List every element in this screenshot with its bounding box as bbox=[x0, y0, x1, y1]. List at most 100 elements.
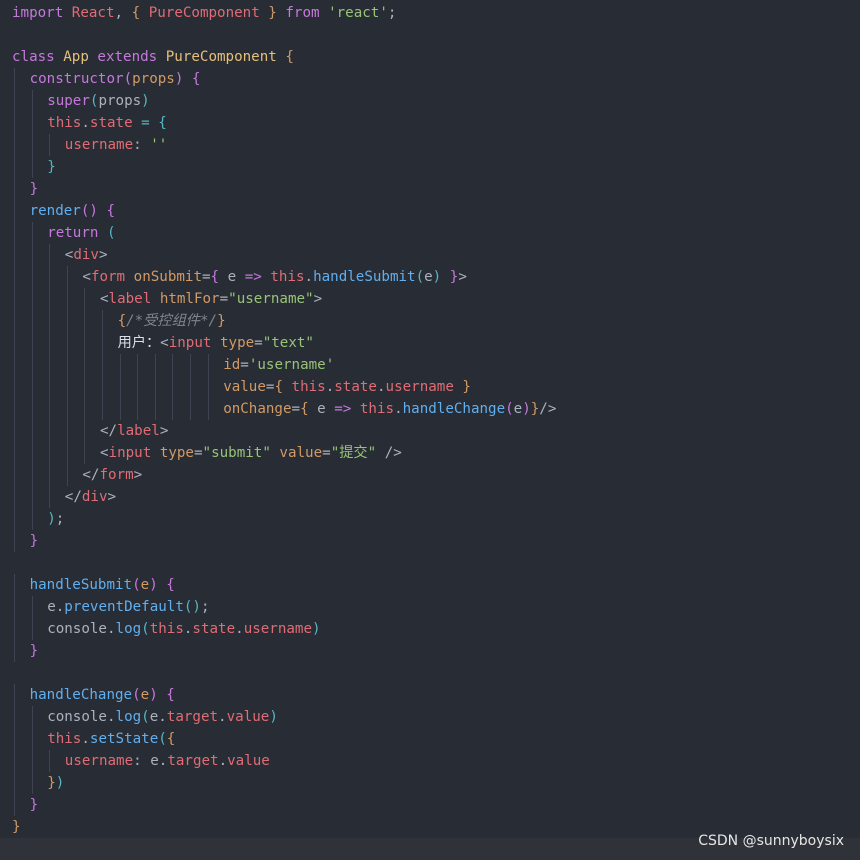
code-token: render bbox=[29, 203, 81, 219]
code-line[interactable]: console.log(e.target.value) bbox=[0, 706, 860, 728]
code-line[interactable]: super(props) bbox=[0, 90, 860, 112]
code-line[interactable]: <div> bbox=[0, 244, 860, 266]
code-line[interactable] bbox=[0, 552, 860, 574]
code-line[interactable]: import React, { PureComponent } from 're… bbox=[0, 2, 860, 24]
code-line[interactable]: handleChange(e) { bbox=[0, 684, 860, 706]
code-token: log bbox=[115, 709, 142, 725]
code-line[interactable]: ); bbox=[0, 508, 860, 530]
code-token: username bbox=[64, 753, 134, 769]
indent-guide bbox=[84, 420, 86, 442]
code-token: this bbox=[359, 401, 395, 417]
code-line[interactable]: } bbox=[0, 178, 860, 200]
indent-guide bbox=[49, 310, 51, 332]
code-token: { bbox=[97, 203, 116, 219]
code-token: target bbox=[166, 709, 219, 725]
code-token: e bbox=[140, 577, 150, 593]
indent-guide bbox=[31, 486, 33, 508]
indent-guide bbox=[49, 266, 51, 288]
code-token: 'react' bbox=[328, 5, 388, 21]
code-token: ( bbox=[505, 401, 514, 417]
code-line[interactable]: return ( bbox=[0, 222, 860, 244]
code-line[interactable]: {/*受控组件*/} bbox=[0, 310, 860, 332]
code-token: . bbox=[81, 115, 90, 131]
code-token: form bbox=[99, 467, 134, 483]
code-line[interactable]: } bbox=[0, 794, 860, 816]
indent-guide bbox=[49, 376, 51, 398]
code-token: ) bbox=[269, 709, 278, 725]
code-token: . bbox=[376, 379, 386, 395]
code-token: username bbox=[64, 137, 134, 153]
code-token: ) bbox=[312, 621, 321, 637]
code-line[interactable]: this.setState({ bbox=[0, 728, 860, 750]
indent-guide bbox=[49, 464, 51, 486]
code-line[interactable]: username: '' bbox=[0, 134, 860, 156]
code-area[interactable]: import React, { PureComponent } from 're… bbox=[0, 2, 860, 838]
code-line[interactable]: } bbox=[0, 530, 860, 552]
indent-guide bbox=[14, 134, 15, 156]
code-line[interactable]: } bbox=[0, 156, 860, 178]
code-token: => bbox=[244, 269, 262, 285]
code-token: ) bbox=[149, 577, 158, 593]
code-token: < bbox=[160, 335, 169, 351]
indent-guide bbox=[84, 332, 86, 354]
code-token: { bbox=[276, 49, 294, 65]
code-line[interactable]: handleSubmit(e) { bbox=[0, 574, 860, 596]
code-line[interactable]: value={ this.state.username } bbox=[0, 376, 860, 398]
indent-guide bbox=[31, 354, 33, 376]
indent-guide bbox=[14, 90, 15, 112]
code-line[interactable]: render() { bbox=[0, 200, 860, 222]
code-line[interactable]: 用户：<input type="text" bbox=[0, 332, 860, 354]
code-token: "submit" bbox=[202, 445, 271, 461]
code-line[interactable]: </form> bbox=[0, 464, 860, 486]
indent-guide bbox=[14, 530, 15, 552]
code-token: = bbox=[193, 445, 203, 461]
code-line[interactable]: <input type="submit" value="提交" /> bbox=[0, 442, 860, 464]
code-line[interactable]: <label htmlFor="username"> bbox=[0, 288, 860, 310]
code-line[interactable]: username: e.target.value bbox=[0, 750, 860, 772]
code-token: /*受控组件*/ bbox=[126, 313, 218, 329]
code-line[interactable]: console.log(this.state.username) bbox=[0, 618, 860, 640]
indent-guide bbox=[102, 332, 103, 354]
code-token: e bbox=[47, 599, 56, 615]
code-token: . bbox=[218, 709, 227, 725]
code-line[interactable] bbox=[0, 24, 860, 46]
code-line[interactable]: e.preventDefault(); bbox=[0, 596, 860, 618]
code-token: ; bbox=[55, 511, 65, 527]
code-line[interactable]: onChange={ e => this.handleChange(e)}/> bbox=[0, 398, 860, 420]
code-token: e bbox=[149, 709, 159, 725]
code-line[interactable]: this.state = { bbox=[0, 112, 860, 134]
code-token: console bbox=[47, 709, 107, 725]
indent-guide bbox=[14, 310, 15, 332]
indent-guide bbox=[31, 728, 33, 750]
code-token: ( bbox=[141, 621, 150, 637]
code-token: </ bbox=[82, 467, 100, 483]
code-line[interactable]: </label> bbox=[0, 420, 860, 442]
indent-guide bbox=[14, 486, 15, 508]
code-token: = bbox=[132, 115, 159, 131]
code-token: value bbox=[279, 445, 323, 461]
indent-guide bbox=[31, 464, 33, 486]
code-line[interactable]: </div> bbox=[0, 486, 860, 508]
code-line[interactable]: } bbox=[0, 640, 860, 662]
code-line[interactable]: id='username' bbox=[0, 354, 860, 376]
code-token: = bbox=[322, 445, 331, 461]
code-token: /> bbox=[539, 401, 557, 417]
indent-guide bbox=[119, 376, 121, 398]
code-line[interactable] bbox=[0, 662, 860, 684]
indent-guide bbox=[31, 222, 33, 244]
code-editor[interactable]: import React, { PureComponent } from 're… bbox=[0, 0, 860, 860]
code-line[interactable]: class App extends PureComponent { bbox=[0, 46, 860, 68]
indent-guide bbox=[14, 288, 15, 310]
code-token: < bbox=[100, 291, 109, 307]
code-token: } bbox=[453, 379, 471, 395]
code-token: </ bbox=[64, 489, 82, 505]
code-line[interactable]: constructor(props) { bbox=[0, 68, 860, 90]
code-line[interactable]: <form onSubmit={ e => this.handleSubmit(… bbox=[0, 266, 860, 288]
indent-guide bbox=[84, 288, 86, 310]
code-token: ) bbox=[55, 775, 65, 791]
code-token: username bbox=[243, 621, 313, 637]
code-token: type bbox=[219, 335, 255, 351]
code-token: } bbox=[29, 643, 39, 659]
code-line[interactable]: }) bbox=[0, 772, 860, 794]
